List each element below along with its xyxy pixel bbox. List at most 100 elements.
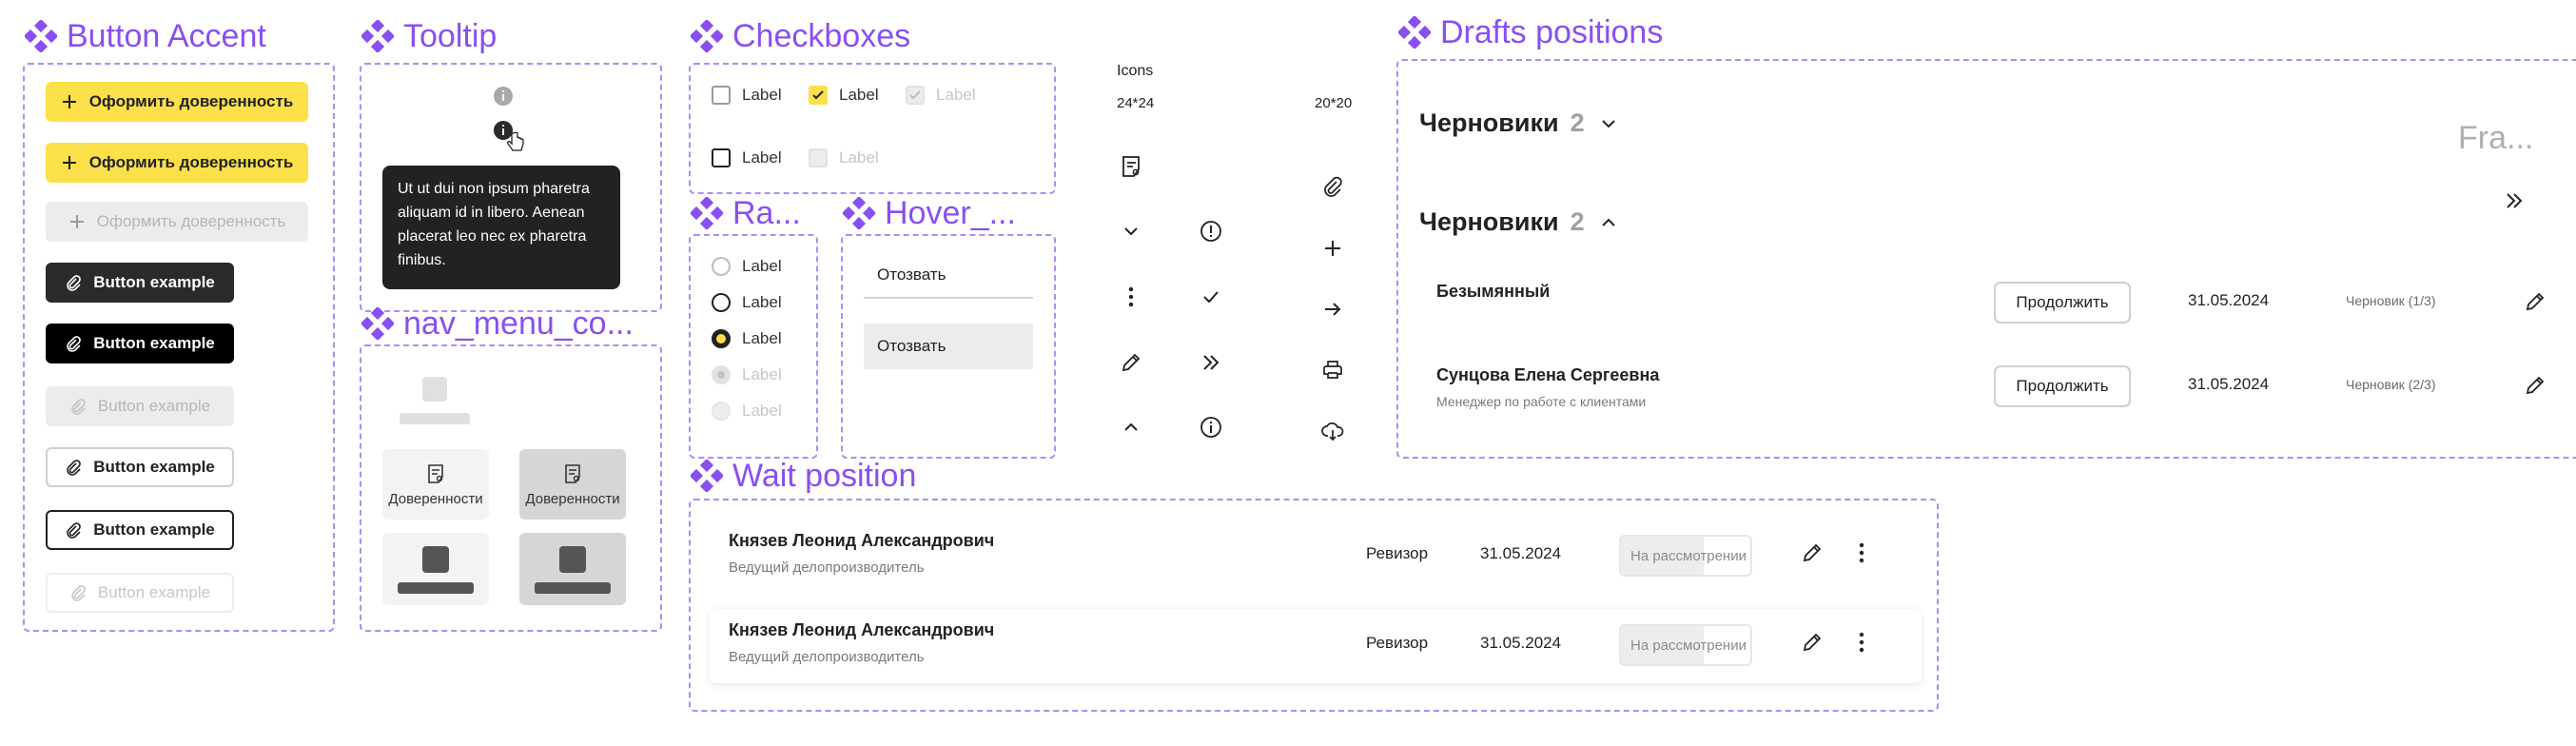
checkbox-disabled[interactable]: Label bbox=[809, 148, 879, 167]
accent-button-yellow-hover[interactable]: Оформить доверенность bbox=[46, 143, 308, 183]
component-icon bbox=[843, 197, 875, 229]
example-button-disabled[interactable]: Button example bbox=[46, 386, 234, 426]
section-title-radio: Ra... bbox=[691, 194, 801, 232]
paperclip-icon bbox=[67, 336, 82, 352]
more-vertical-icon[interactable] bbox=[1849, 630, 1874, 655]
pencil-icon[interactable] bbox=[1800, 540, 1825, 565]
person-role: Ведущий делопроизводитель bbox=[729, 560, 925, 576]
drafts-header-expanded[interactable]: Черновики 2 bbox=[1419, 207, 1621, 237]
person-role: Ведущий делопроизводитель bbox=[729, 649, 925, 665]
chevron-up-icon bbox=[1601, 218, 1615, 226]
chevron-up-icon bbox=[1124, 422, 1138, 431]
check-icon bbox=[812, 90, 824, 100]
nav-item-placeholder[interactable] bbox=[382, 533, 489, 605]
section-title-drafts-positions: Drafts positions bbox=[1398, 13, 1663, 51]
example-button-outline[interactable]: Button example bbox=[46, 447, 234, 487]
pencil-icon[interactable] bbox=[2523, 289, 2547, 314]
double-chevron-right-icon bbox=[1203, 355, 1220, 370]
radio-unchecked[interactable]: Label bbox=[712, 257, 782, 276]
date-cell: 31.05.2024 bbox=[1480, 544, 1562, 562]
info-circle-icon bbox=[1200, 417, 1221, 438]
radio-disabled[interactable]: Label bbox=[712, 402, 782, 421]
component-icon bbox=[361, 20, 394, 52]
section-title-hover: Hover_... bbox=[843, 194, 1016, 232]
example-button-dark[interactable]: Button example bbox=[46, 263, 234, 303]
example-button-outline-disabled[interactable]: Button example bbox=[46, 573, 234, 613]
paperclip-icon bbox=[71, 585, 86, 601]
section-title-tooltip: Tooltip bbox=[361, 17, 497, 55]
draft-row[interactable]: Безымянный Продолжить 31.05.2024 Чернови… bbox=[1419, 272, 2576, 339]
component-icon bbox=[691, 460, 723, 492]
menu-item-otozvat-hover[interactable]: Отозвать bbox=[864, 324, 1033, 369]
component-icon bbox=[25, 20, 57, 52]
tooltip-popup: Ut ut dui non ipsum pharetra aliquam id … bbox=[382, 166, 620, 289]
section-title-checkboxes: Checkboxes bbox=[691, 17, 910, 55]
accent-button-yellow[interactable]: Оформить доверенность bbox=[46, 82, 308, 122]
status-badge: На рассмотрении bbox=[1619, 624, 1752, 666]
drafts-frame: Черновики 2 Fra... Черновики 2 Безымянны… bbox=[1396, 59, 2576, 459]
table-row[interactable]: Князев Леонид Александрович Ведущий дело… bbox=[710, 516, 1922, 594]
nav-menu-frame: Доверенности Доверенности bbox=[360, 344, 662, 632]
draft-role: Менеджер по работе с клиентами bbox=[1436, 394, 1647, 409]
component-icon bbox=[691, 197, 723, 229]
section-title-button-accent: Button Accent bbox=[25, 17, 266, 55]
checkbox-checked[interactable]: Label bbox=[809, 86, 879, 105]
chevron-down-icon bbox=[1601, 119, 1615, 128]
document-icon bbox=[1122, 156, 1140, 177]
plus-icon bbox=[69, 215, 84, 228]
plus-icon bbox=[1325, 241, 1340, 256]
hover-frame: Отозвать Отозвать bbox=[841, 234, 1056, 459]
icons-title: Icons bbox=[1117, 63, 1154, 79]
info-icon[interactable] bbox=[493, 86, 514, 107]
component-icon bbox=[1398, 16, 1431, 49]
chevron-down-icon bbox=[1124, 227, 1138, 236]
component-icon bbox=[691, 20, 723, 52]
radio-focused[interactable]: Label bbox=[712, 293, 782, 312]
continue-button[interactable]: Продолжить bbox=[1994, 282, 2131, 324]
menu-item-otozvat[interactable]: Отозвать bbox=[864, 253, 1033, 299]
plus-icon bbox=[62, 156, 76, 169]
position-cell: Ревизор bbox=[1366, 544, 1429, 562]
check-icon bbox=[1203, 291, 1219, 304]
draft-status: Черновик (2/3) bbox=[2346, 377, 2436, 392]
nav-item-doverennosti-active[interactable]: Доверенности bbox=[519, 449, 626, 520]
nav-item-placeholder-active[interactable] bbox=[519, 533, 626, 605]
double-chevron-right-icon[interactable] bbox=[2502, 188, 2527, 213]
example-button-black[interactable]: Button example bbox=[46, 324, 234, 363]
icons-size-24: 24*24 bbox=[1117, 95, 1155, 111]
drafts-header-collapsed[interactable]: Черновики 2 bbox=[1419, 108, 1621, 138]
continue-button[interactable]: Продолжить bbox=[1994, 365, 2131, 407]
radio-selected[interactable]: Label bbox=[712, 329, 782, 348]
document-icon bbox=[565, 463, 580, 483]
more-vertical-icon[interactable] bbox=[1849, 540, 1874, 565]
more-vertical-icon bbox=[1128, 286, 1134, 307]
pencil-icon[interactable] bbox=[2523, 373, 2547, 398]
example-button-outline-focused[interactable]: Button example bbox=[46, 510, 234, 550]
checkbox-checked-disabled[interactable]: Label bbox=[906, 86, 976, 105]
placeholder-label bbox=[400, 413, 470, 424]
pencil-icon[interactable] bbox=[1800, 630, 1825, 655]
radio-selected-disabled[interactable]: Label bbox=[712, 365, 782, 384]
check-icon bbox=[909, 90, 921, 100]
alert-circle-icon bbox=[1200, 221, 1221, 242]
draft-row[interactable]: Сунцова Елена Сергеевна Менеджер по рабо… bbox=[1419, 356, 2576, 426]
draft-name: Безымянный bbox=[1436, 282, 1551, 301]
wait-position-frame: Князев Леонид Александрович Ведущий дело… bbox=[689, 499, 1939, 712]
accent-button-disabled[interactable]: Оформить доверенность bbox=[46, 202, 308, 242]
nav-item-doverennosti[interactable]: Доверенности bbox=[382, 449, 489, 520]
frame-label: Fra... bbox=[2458, 120, 2534, 156]
paperclip-icon bbox=[1324, 176, 1342, 197]
date-cell: 31.05.2024 bbox=[2188, 375, 2270, 393]
arrow-right-icon bbox=[1325, 303, 1341, 316]
checkbox-unchecked[interactable]: Label bbox=[712, 86, 782, 105]
checkbox-focused[interactable]: Label bbox=[712, 148, 782, 167]
draft-name: Сунцова Елена Сергеевна bbox=[1436, 365, 1660, 384]
component-icon bbox=[361, 307, 394, 340]
paperclip-icon bbox=[67, 460, 82, 476]
table-row-hover[interactable]: Князев Леонид Александрович Ведущий дело… bbox=[710, 609, 1922, 683]
pencil-icon bbox=[1122, 353, 1141, 372]
button-accent-frame: Оформить доверенность Оформить доверенно… bbox=[23, 63, 335, 632]
date-cell: 31.05.2024 bbox=[2188, 291, 2270, 309]
placeholder-icon bbox=[422, 377, 447, 402]
paperclip-icon bbox=[67, 275, 82, 291]
